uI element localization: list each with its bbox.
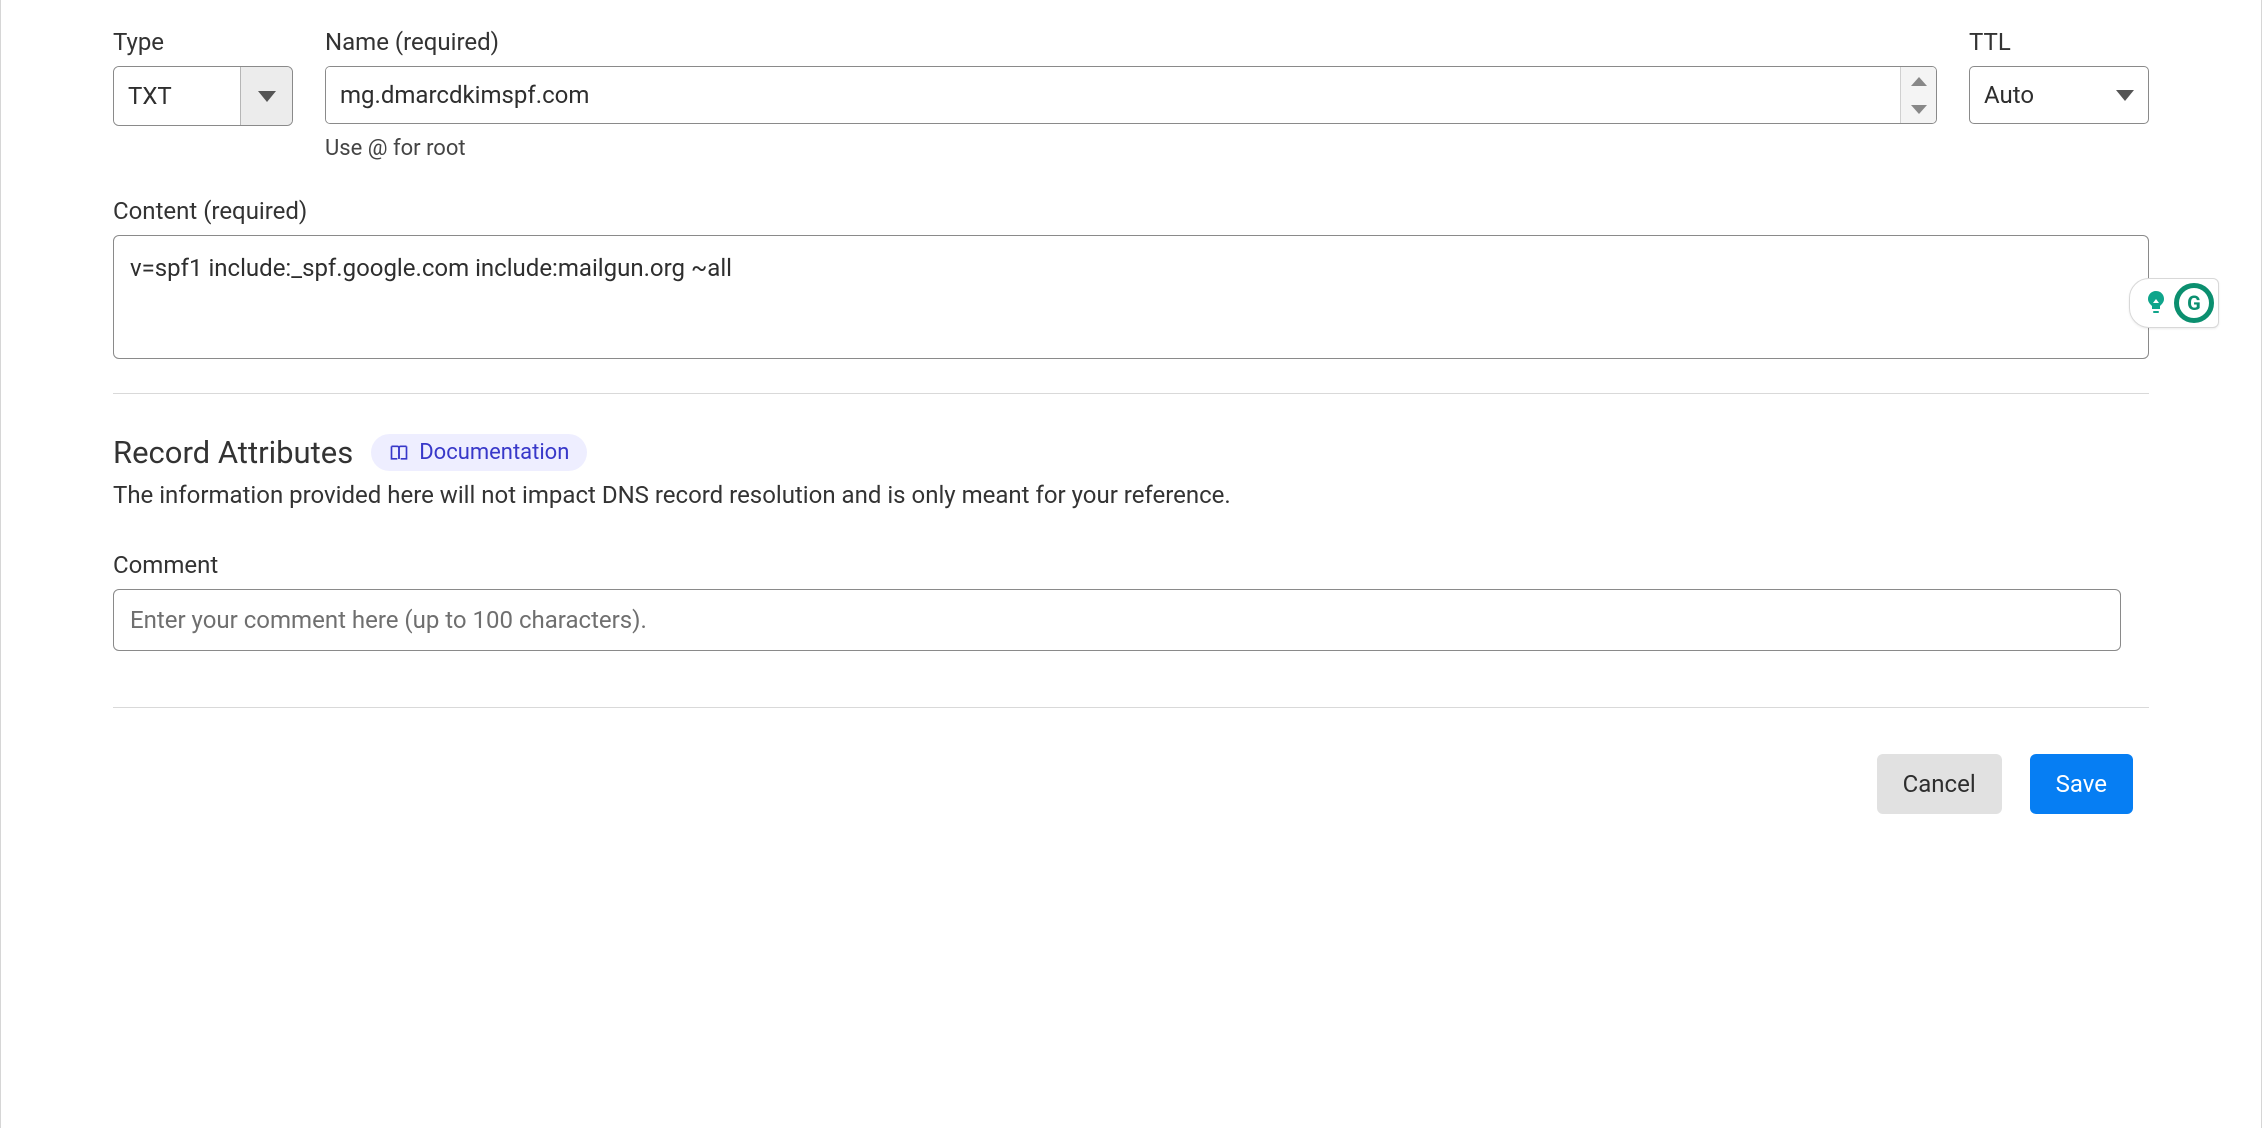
spinner-up-button[interactable] xyxy=(1901,67,1936,95)
divider xyxy=(113,393,2149,394)
name-spinner xyxy=(1900,67,1936,123)
record-attributes-header: Record Attributes Documentation xyxy=(113,434,2149,471)
ttl-select-value: Auto xyxy=(1984,81,2034,109)
type-select-chevron[interactable] xyxy=(240,67,292,125)
documentation-link-text: Documentation xyxy=(419,440,569,465)
grammarly-widget[interactable]: G xyxy=(2129,278,2219,328)
chevron-down-icon xyxy=(258,91,276,102)
dns-record-form: Type TXT Name (required) xyxy=(1,0,2261,814)
cancel-button[interactable]: Cancel xyxy=(1877,754,2002,814)
save-button[interactable]: Save xyxy=(2030,754,2133,814)
name-hint: Use @ for root xyxy=(325,136,1937,161)
chevron-down-icon xyxy=(2116,90,2134,101)
record-attributes-section: Record Attributes Documentation The info… xyxy=(113,434,2149,651)
form-actions: Cancel Save xyxy=(113,754,2149,814)
book-icon xyxy=(389,443,409,463)
type-label: Type xyxy=(113,28,293,56)
type-select[interactable]: TXT xyxy=(113,66,293,126)
comment-label: Comment xyxy=(113,551,2149,579)
spinner-down-button[interactable] xyxy=(1901,95,1936,123)
documentation-link[interactable]: Documentation xyxy=(371,434,587,471)
record-attributes-title: Record Attributes xyxy=(113,434,353,471)
name-label: Name (required) xyxy=(325,28,1937,56)
type-select-value: TXT xyxy=(114,67,240,125)
grammarly-letter: G xyxy=(2187,291,2201,315)
content-block: Content (required) xyxy=(113,197,2149,365)
comment-block: Comment xyxy=(113,551,2149,651)
chevron-up-icon xyxy=(1911,77,1927,86)
name-input-wrapper xyxy=(325,66,1937,124)
name-input[interactable] xyxy=(326,67,1900,123)
ttl-select[interactable]: Auto xyxy=(1969,66,2149,124)
ttl-column: TTL Auto xyxy=(1969,28,2149,124)
divider xyxy=(113,707,2149,708)
chevron-down-icon xyxy=(1911,105,1927,114)
name-column: Name (required) Use @ for root xyxy=(325,28,1937,161)
record-basic-row: Type TXT Name (required) xyxy=(113,28,2149,161)
content-label: Content (required) xyxy=(113,197,2149,225)
record-attributes-description: The information provided here will not i… xyxy=(113,481,2149,509)
comment-input[interactable] xyxy=(113,589,2121,651)
content-textarea[interactable] xyxy=(113,235,2149,359)
lightbulb-icon xyxy=(2144,289,2168,317)
type-column: Type TXT xyxy=(113,28,293,126)
ttl-label: TTL xyxy=(1969,28,2149,56)
grammarly-icon: G xyxy=(2174,283,2214,323)
